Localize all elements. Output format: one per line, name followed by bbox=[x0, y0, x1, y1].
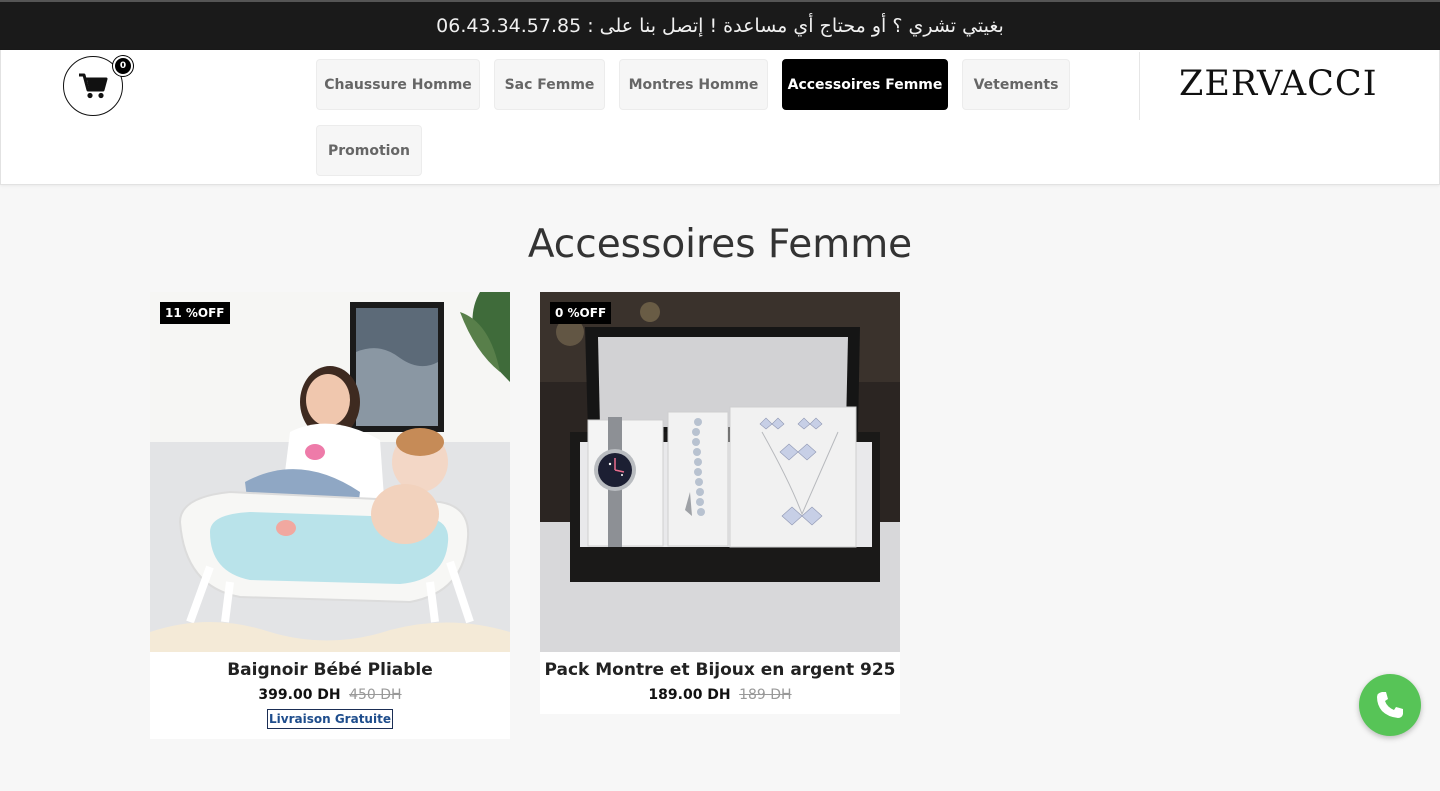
product-prices: 189.00 DH 189 DH bbox=[540, 687, 900, 703]
discount-badge: 11 %OFF bbox=[160, 302, 230, 324]
product-card[interactable]: 0 %OFF Pack Montre et Bijoux en argent 9… bbox=[540, 292, 900, 714]
free-shipping-badge: Livraison Gratuite bbox=[267, 709, 393, 729]
nav-montres-homme[interactable]: Montres Homme bbox=[619, 59, 768, 110]
announcement-bar: بغيتي تشري ؟ أو محتاج أي مساعدة ! إتصل ب… bbox=[0, 0, 1440, 50]
site-logo[interactable]: ZERVACCI bbox=[1179, 64, 1401, 104]
product-prices: 399.00 DH 450 DH bbox=[150, 687, 510, 703]
product-old-price: 450 DH bbox=[349, 687, 402, 703]
product-old-price: 189 DH bbox=[739, 687, 792, 703]
cart-count-badge: 0 bbox=[113, 56, 133, 76]
phone-icon bbox=[1377, 692, 1403, 718]
nav-vetements[interactable]: Vetements bbox=[962, 59, 1070, 110]
nav-sac-femme[interactable]: Sac Femme bbox=[494, 59, 605, 110]
product-name[interactable]: Baignoir Bébé Pliable bbox=[150, 660, 510, 680]
product-card[interactable]: 11 %OFF Baignoir Bébé Pliable 399.00 DH … bbox=[150, 292, 510, 739]
site-header: 0 Chaussure Homme Sac Femme Montres Homm… bbox=[0, 50, 1440, 185]
nav-promotion[interactable]: Promotion bbox=[316, 125, 422, 176]
page-title: Accessoires Femme bbox=[527, 222, 913, 267]
nav-chaussure-homme[interactable]: Chaussure Homme bbox=[316, 59, 480, 110]
product-image-bathtub[interactable]: 11 %OFF bbox=[150, 292, 510, 652]
shopping-cart-icon bbox=[79, 73, 108, 99]
announcement-text: بغيتي تشري ؟ أو محتاج أي مساعدة ! إتصل ب… bbox=[436, 15, 1004, 37]
product-name[interactable]: Pack Montre et Bijoux en argent 925 bbox=[540, 660, 900, 680]
product-price: 189.00 DH bbox=[648, 687, 731, 703]
watch-jewelry-pack-image bbox=[540, 292, 900, 652]
product-image-watch-pack[interactable]: 0 %OFF bbox=[540, 292, 900, 652]
call-button[interactable] bbox=[1359, 674, 1421, 736]
product-price: 399.00 DH bbox=[258, 687, 341, 703]
nav-accessoires-femme[interactable]: Accessoires Femme bbox=[782, 59, 948, 110]
discount-badge: 0 %OFF bbox=[550, 302, 612, 324]
baby-bathtub-image bbox=[150, 292, 510, 652]
header-divider bbox=[1139, 52, 1140, 120]
